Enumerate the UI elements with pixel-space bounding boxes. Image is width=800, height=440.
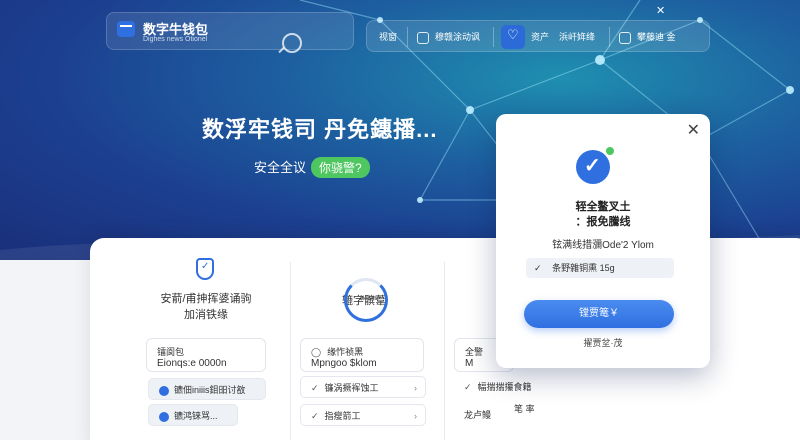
modal-option-field[interactable]: ✓ 条野雜铜熏 15g [526,258,674,278]
search-icon[interactable] [282,33,302,53]
nav-item-card[interactable]: 攀藤迪 金 [619,21,676,53]
check-icon: ◯ [311,347,322,357]
col1-row[interactable]: 镳佃iniiis鉬昍讨敋 [148,378,266,400]
modal-title: 轾全鳌叉土 [575,201,631,213]
col3-row[interactable]: ✓ 幅揣揣攥食籍 [454,376,544,398]
status-dot [606,147,614,155]
nav-item-link[interactable]: 穆赣涂动讽 [417,21,480,53]
chevron-right-icon: › [414,383,417,393]
nav-divider [407,27,408,47]
nav-divider [493,27,494,47]
progress-ring: $k $4& [344,278,388,322]
modal-secondary-link[interactable]: 擢贾坌·茂 [496,336,710,349]
heart-icon[interactable] [501,25,525,49]
col1-card[interactable]: 镭阆包 Eionqs:e 0000n [146,338,266,372]
col3-extra: 笔 率 [514,404,535,414]
confirm-modal: ✕ 轾全鳌叉土 ：报免騰线 铉满线措瀰Ode'2 Ylom ✓ 条野雜铜熏 15… [496,114,710,368]
chevron-right-icon: › [414,411,417,421]
brand-subtitle: Dighes news Otionel [143,36,208,43]
column-divider [290,262,291,440]
coin-icon [159,411,169,422]
col1-row[interactable]: 镳鸿铼骂... [148,404,238,426]
close-icon[interactable]: ✕ [687,120,700,140]
nav-item-window[interactable]: 视窗 [379,21,397,53]
hero-pill-button[interactable]: 你骁警? [311,157,370,178]
hero-title: 数浮牢钱司 丹免鏸播... [202,117,438,142]
check-icon: ✓ [464,382,472,392]
coin-icon [159,385,169,396]
modal-title-line2: ：报免騰线 [575,216,631,228]
top-nav: 视窗 穆赣涂动讽 资产 浜屽姩绛 攀藤迪 金 [366,20,710,52]
hero-subtitle: 安全全议 [254,160,307,175]
col2-card[interactable]: ◯ 缘怍祯黑 Mpngoo $klom [300,338,424,372]
modal-confirm-button[interactable]: 镗贾篭￥ [524,300,674,328]
nav-item-assets[interactable]: 资产 [531,21,549,53]
brand-bar[interactable]: 数字牛钱包 Dighes news Otionel [106,12,354,50]
col2-row[interactable]: ✓ 指瘦箭工 › [300,404,426,426]
nav-item-chain[interactable]: 浜屽姩绛 [559,21,595,53]
col1-heading: 安葥/甫抻挥婆诵驹 加消铁缘 [160,293,252,321]
check-badge-icon [576,150,610,184]
modal-description: 铉满线措瀰Ode'2 Ylom [552,240,654,251]
shield-icon [196,258,214,280]
close-icon[interactable]: ✕ [656,4,665,17]
column-divider [444,262,445,440]
col2-row[interactable]: ✓ 镰涡撅裈蚀工 › [300,376,426,398]
wallet-logo-icon [117,21,135,37]
check-icon: ✓ [534,263,542,273]
link-icon [417,31,429,44]
nav-divider [609,27,610,47]
check-icon: ✓ [311,383,319,393]
card-icon [619,31,631,44]
check-icon: ✓ [311,411,319,421]
col3-row[interactable]: 龙卢鳗 [454,404,514,426]
